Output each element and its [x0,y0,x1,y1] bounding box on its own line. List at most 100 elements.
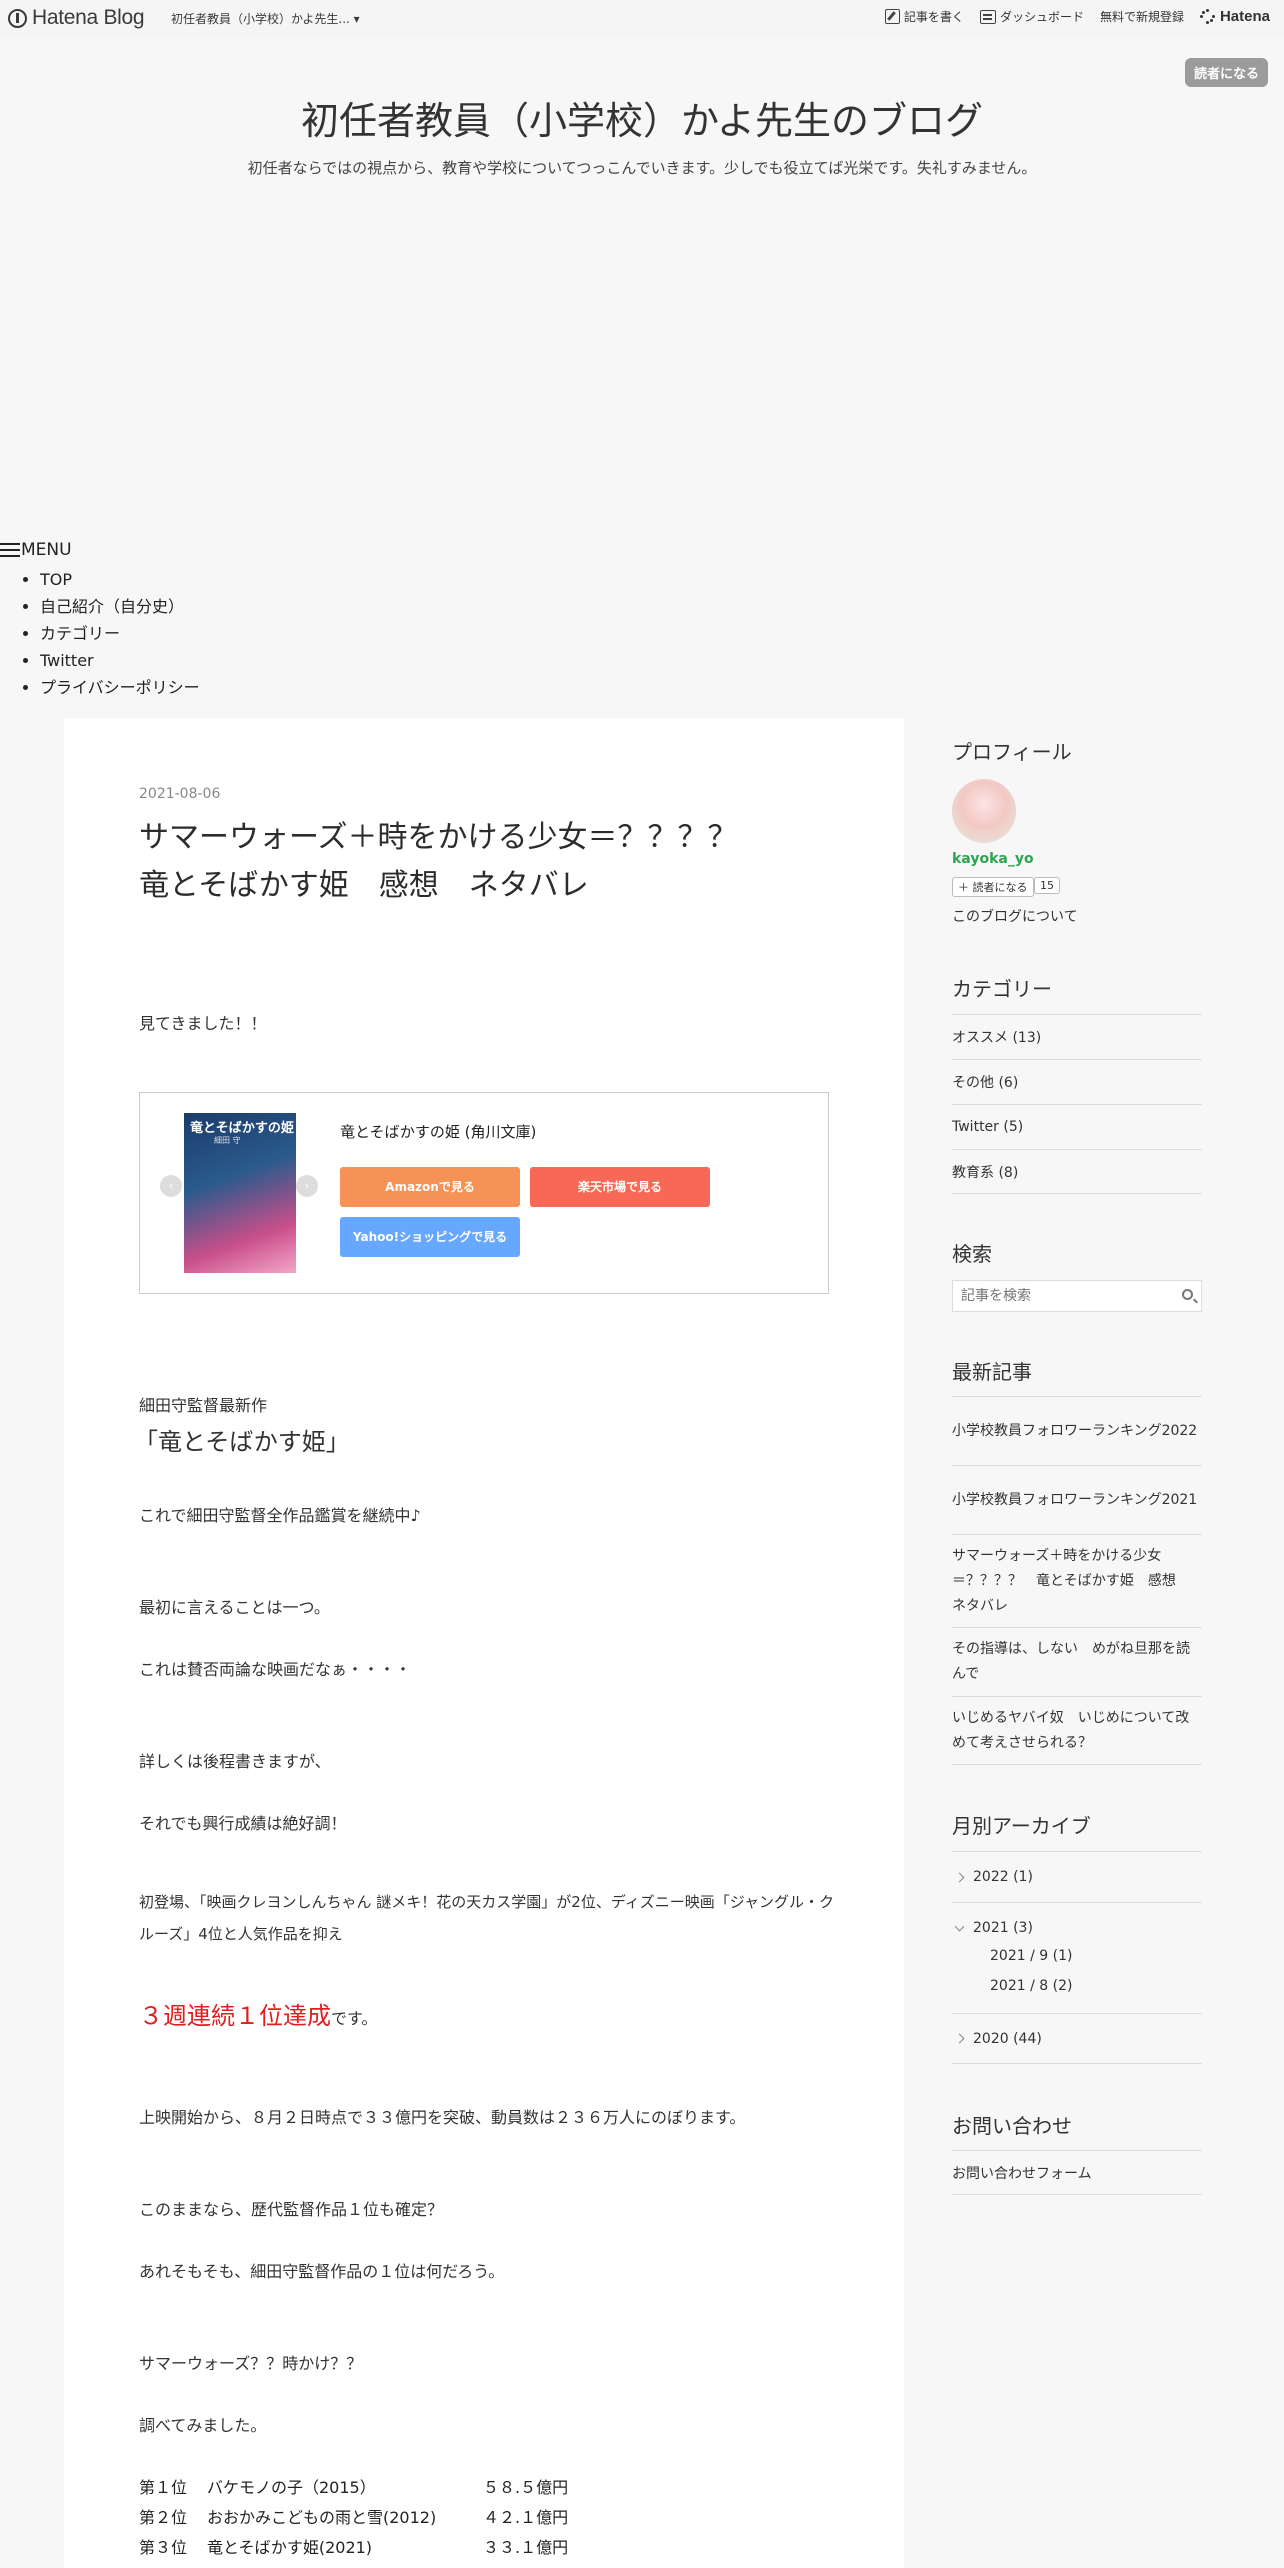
rank-number: 第１位 [139,2478,188,2497]
menu-toggle[interactable]: MENU [0,540,200,560]
recent-list: 小学校教員フォロワーランキング2022 小学校教員フォロワーランキング2021 … [952,1396,1202,1765]
highlight-text: ３週連続１位達成 [139,2002,331,2030]
global-header: Hatena Blog 初任者教員（小学校）かよ先生... ▾ 記事を書く ダッ… [0,0,1284,38]
post-title-line2: 竜とそばかす姫 感想 ネタバレ [139,868,589,903]
paragraph: 初登場、「映画クレヨンしんちゃん 謎メキ！花の天カス学園」が2位、ディズニー映画… [139,1893,835,1943]
product-card: ‹ 竜とそばかすの姫 細田 守 › 竜とそばかすの姫 (角川文庫) Amazon… [139,1092,829,1294]
archive-year-2021-head: 2021 (3) [952,1915,1033,1941]
category-item[interactable]: Twitter (5) [952,1104,1202,1149]
post-title[interactable]: サマーウォーズ＋時をかける少女＝？？？？ 竜とそばかす姫 感想 ネタバレ [139,814,839,910]
profile-heading: プロフィール [952,740,1072,764]
archive-list: 2022 (1) 2021 (3) 2021 / 9 (1) 2021 / 8 … [952,1851,1202,2064]
hatena-blog-logo[interactable]: Hatena Blog [8,6,145,30]
rakuten-button[interactable]: 楽天市場で見る [530,1167,710,1207]
recent-item[interactable]: その指導は、しない めがね旦那を読んで [952,1627,1202,1696]
book-cover[interactable]: 竜とそばかすの姫 細田 守 [184,1113,296,1273]
menu-item-profile[interactable]: 自己紹介（自分史） [40,593,200,620]
menu-item-top[interactable]: TOP [40,566,200,593]
article: 2021-08-06 サマーウォーズ＋時をかける少女＝？？？？ 竜とそばかす姫 … [64,718,904,2568]
rank-gross: ３３.１億円 [483,2538,569,2557]
product-title[interactable]: 竜とそばかすの姫 (角川文庫) [340,1121,536,1142]
reader-button[interactable]: ＋ 読者になる [952,877,1034,897]
hatena-label: Hatena [1219,8,1270,25]
hamburger-icon [0,543,20,557]
menu-item-privacy[interactable]: プライバシーポリシー [40,674,200,701]
book-cover-author: 細田 守 [214,1136,241,1145]
rank-number: 第３位 [139,2538,188,2557]
sub-heading: 細田守監督最新作 [139,1396,268,1415]
recent-heading: 最新記事 [952,1360,1032,1384]
paragraph: 調べてみました。 [139,2416,267,2435]
search-box [952,1280,1202,1312]
paragraph: それでも興行成績は絶好調！ [139,1814,347,1833]
post-date[interactable]: 2021-08-06 [139,786,220,802]
avatar[interactable] [952,779,1016,843]
hatena-menu[interactable]: Hatena [1199,8,1270,25]
rank-number: 第２位 [139,2508,188,2527]
hatena-logo-icon [8,8,27,28]
paragraph: 詳しくは後程書きますが、 [139,1752,331,1771]
blog-description: 初任者ならではの視点から、教育や学校についてつっこんでいきます。少しでも役立てば… [247,159,1037,177]
archive-month[interactable]: 2021 / 9 (1) [952,1941,1072,1971]
search-icon[interactable] [1182,1289,1193,1300]
ranking-row: 第３位 竜とそばかす姫(2021) ３３.１億円 [139,2534,568,2558]
paragraph: 上映開始から、８月２日時点で３３億円を突破、動員数は２３６万人にのぼります。 [139,2108,746,2127]
menu-item-twitter[interactable]: Twitter [40,647,200,674]
section-heading: 「竜とそばかす姫」 [134,1428,350,1456]
ranking-row: 第２位 おおかみこどもの雨と雪(2012) ４２.１億円 [139,2504,568,2528]
menu-list: TOP 自己紹介（自分史） カテゴリー Twitter プライバシーポリシー [0,566,200,701]
logo-text: Hatena Blog [32,6,145,29]
recent-item[interactable]: 小学校教員フォロワーランキング2021 [952,1465,1202,1534]
username-link[interactable]: kayoka_yo [952,851,1034,867]
rank-title: 竜とそばかす姫(2021) [207,2538,373,2557]
search-heading: 検索 [952,1242,992,1266]
about-link[interactable]: このブログについて [952,906,1078,926]
paragraph: サマーウォーズ？？時かけ？？ [139,2354,363,2373]
category-item[interactable]: オススメ (13) [952,1014,1202,1059]
rank-title: バケモノの子（2015） [207,2478,376,2497]
dashboard-link[interactable]: ダッシュボード [979,8,1084,25]
amazon-button[interactable]: Amazonで見る [340,1167,520,1207]
write-article-link[interactable]: 記事を書く [884,8,964,25]
menu-item-category[interactable]: カテゴリー [40,620,200,647]
archive-year-2020[interactable]: 2020 (44) [952,2013,1202,2064]
chevron-right-icon [954,2033,965,2044]
carousel-next-icon[interactable]: › [296,1175,318,1197]
contact-form-link[interactable]: お問い合わせフォーム [952,2150,1202,2195]
rank-gross: ４２.１億円 [483,2508,569,2527]
category-item[interactable]: その他 (6) [952,1059,1202,1104]
post-title-line1: サマーウォーズ＋時をかける少女＝？？？？ [139,820,738,855]
yahoo-button[interactable]: Yahoo!ショッピングで見る [340,1217,520,1257]
dashboard-label: ダッシュボード [999,10,1084,24]
rank-gross: ５８.５億円 [483,2478,569,2497]
ranking-row: 第１位 バケモノの子（2015） ５８.５億円 [139,2474,568,2498]
recent-item[interactable]: 小学校教員フォロワーランキング2022 [952,1396,1202,1465]
recent-item[interactable]: いじめるヤバイ奴 いじめについて改めて考えさせられる？ [952,1696,1202,1765]
blog-title[interactable]: 初任者教員（小学校）かよ先生のブログ [0,90,1284,145]
paragraph-highlight: ３週連続１位達成です。 [139,1996,377,2031]
paragraph: 見てきました！！ [139,1014,267,1033]
blog-switcher[interactable]: 初任者教員（小学校）かよ先生... ▾ [171,10,360,27]
header-actions: 記事を書く ダッシュボード 無料で新規登録 Hatena [884,8,1270,25]
chevron-right-icon [954,1872,965,1882]
rank-title: おおかみこどもの雨と雪(2012) [207,2508,437,2527]
archive-label: 2022 (1) [973,1869,1033,1885]
paragraph: このままなら、歴代監督作品１位も確定？ [139,2200,444,2219]
archive-year-2022[interactable]: 2022 (1) [952,1851,1202,1902]
archive-heading: 月別アーカイブ [952,1814,1091,1838]
archive-month[interactable]: 2021 / 8 (2) [952,1971,1072,2001]
signup-link[interactable]: 無料で新規登録 [1100,8,1184,25]
edit-icon [884,9,900,24]
paragraph-rest: です。 [331,2009,378,2028]
paragraph: これで細田守監督全作品鑑賞を継続中♪ [139,1506,421,1525]
menu-label: MENU [21,540,72,560]
category-item[interactable]: 教育系 (8) [952,1149,1202,1194]
category-heading: カテゴリー [952,977,1052,1001]
archive-year-2021[interactable]: 2021 (3) 2021 / 9 (1) 2021 / 8 (2) [952,1902,1202,2013]
recent-item[interactable]: サマーウォーズ＋時をかける少女＝？？？？ 竜とそばかす姫 感想 ネタバレ [952,1534,1202,1627]
search-input[interactable] [953,1281,1163,1311]
write-label: 記事を書く [903,10,964,24]
subscribe-button[interactable]: 読者になる [1184,58,1268,87]
archive-label: 2021 (3) [973,1920,1033,1936]
carousel-prev-icon[interactable]: ‹ [160,1175,182,1197]
